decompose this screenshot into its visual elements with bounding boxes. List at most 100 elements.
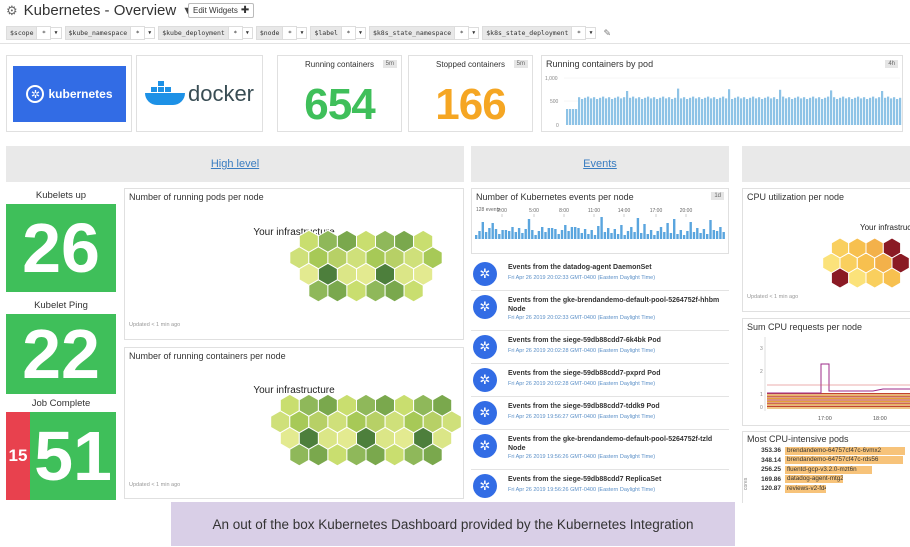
x-tick: 20:00: [680, 208, 693, 214]
job-complete-widget[interactable]: Job Complete 15 51: [6, 396, 116, 500]
event-bar: [646, 234, 649, 239]
chevron-down-icon[interactable]: ▼: [586, 27, 597, 39]
event-bar: [659, 227, 663, 239]
events-per-node-widget[interactable]: Number of Kubernetes events per node 1d …: [471, 188, 729, 254]
pod-bar: [725, 98, 728, 125]
kubelet-ping-value: 22: [6, 314, 116, 394]
cpu-requests-widget[interactable]: Sum CPU requests per node 3 2 1 0 17:00 …: [742, 318, 910, 426]
gear-icon[interactable]: ⚙: [6, 3, 18, 19]
template-variable[interactable]: $k8s_state_deployment * ▼: [482, 26, 597, 40]
widget-title: Sum CPU requests per node: [747, 322, 863, 332]
event-bar: [699, 233, 702, 239]
event-bar: [630, 227, 633, 239]
event-bar: [494, 229, 498, 239]
event-bar: [475, 235, 478, 239]
chevron-down-icon[interactable]: ▼: [469, 27, 480, 39]
top-cpu-row[interactable]: 120.87 reviews-v2-fd45b58f6-vgmv8: [747, 484, 910, 494]
pod-bar: [860, 98, 863, 125]
variable-value[interactable]: *: [283, 26, 298, 40]
top-cpu-row[interactable]: 348.14 brendandemo-64757cf47c-rds56: [747, 456, 910, 466]
variable-value[interactable]: *: [131, 26, 146, 40]
pod-bar: [701, 99, 704, 125]
event-item[interactable]: ✲ Events from the gke-brendandemo-default…: [471, 291, 729, 331]
event-item[interactable]: ✲ Events from the gke-brendandemo-default…: [471, 430, 729, 470]
pod-bar: [854, 97, 857, 125]
event-item[interactable]: ✲ Events from the siege-59db88cdd7-pxprd …: [471, 364, 729, 397]
event-bar: [653, 235, 656, 239]
variable-value[interactable]: *: [572, 26, 587, 40]
kubernetes-icon: ✲: [473, 434, 497, 458]
template-variable[interactable]: $kube_deployment * ▼: [158, 26, 253, 40]
updated-label: Updated < 1 min ago: [747, 294, 799, 300]
pencil-icon[interactable]: ✎: [603, 28, 611, 39]
pod-bar: [812, 96, 815, 125]
timeframe-badge: 4h: [885, 60, 898, 68]
pod-bar: [605, 98, 608, 125]
y-tick: 1: [760, 392, 763, 398]
pod-bar: [878, 97, 881, 125]
event-bar: [590, 230, 593, 239]
top-cpu-row[interactable]: 256.25 fluentd-gcp-v3.2.0-mzt6n: [747, 465, 910, 475]
containers-per-node-widget[interactable]: Number of running containers per node Yo…: [124, 347, 464, 499]
event-bar: [574, 227, 577, 239]
cpu-utilization-widget[interactable]: CPU utilization per node Your infrastruc…: [742, 188, 910, 312]
chevron-down-icon[interactable]: ▼: [297, 27, 308, 39]
event-item[interactable]: ✲ Events from the siege-59db88cdd7-tddk9 …: [471, 397, 729, 430]
pod-bar: [671, 99, 674, 125]
host-hex: [346, 443, 367, 467]
pod-bar: [596, 99, 599, 125]
event-bar: [663, 232, 666, 239]
chevron-down-icon[interactable]: ▼: [242, 27, 253, 39]
event-bar: [514, 232, 517, 239]
top-cpu-row[interactable]: 169.86 datadog-agent-mtg2l: [747, 475, 910, 485]
event-bar: [692, 232, 696, 239]
pod-bar: [776, 99, 779, 125]
event-bar: [554, 229, 557, 239]
pod-bar: [722, 96, 725, 125]
pods-per-node-widget[interactable]: Number of running pods per node Your inf…: [124, 188, 464, 340]
kubelet-ping-widget[interactable]: Kubelet Ping 22: [6, 298, 116, 394]
top-cpu-row[interactable]: 353.36 brendandemo-64757cf47c-6vmx2: [747, 446, 910, 456]
event-item[interactable]: ✲ Events from the siege-59db88cdd7 Replic…: [471, 470, 729, 503]
pod-bar: [836, 99, 839, 125]
event-bar: [722, 232, 725, 239]
template-variable[interactable]: $k8s_state_namespace * ▼: [368, 26, 480, 40]
variable-value[interactable]: *: [455, 26, 470, 40]
chevron-down-icon[interactable]: ▼: [355, 27, 366, 39]
event-bar: [649, 230, 653, 239]
chevron-down-icon[interactable]: ▼: [51, 27, 62, 39]
containers-by-pod-widget[interactable]: Running containers by pod 4h 1,000 500 0: [541, 55, 903, 132]
stopped-containers-widget[interactable]: Stopped containers 5m 166: [408, 55, 533, 132]
event-bar: [524, 229, 527, 239]
chevron-down-icon[interactable]: ▼: [145, 27, 156, 39]
template-variable[interactable]: $kube_namespace * ▼: [64, 26, 156, 40]
event-bar: [481, 222, 484, 239]
group-events-link[interactable]: Events: [583, 158, 617, 170]
variable-value[interactable]: *: [341, 26, 356, 40]
event-title: Events from the siege-59db88cdd7-tddk9 P…: [508, 403, 660, 410]
event-bar: [547, 228, 550, 239]
group-high-level-link[interactable]: High level: [211, 158, 259, 170]
dashboard-title[interactable]: Kubernetes - Overview: [24, 2, 177, 19]
caption-text: An out of the box Kubernetes Dashboard p…: [212, 516, 694, 532]
pod-bar: [566, 109, 569, 125]
host-hex: [308, 279, 329, 303]
event-item[interactable]: ✲ Events from the siege-59db88cdd7-6k4bk …: [471, 331, 729, 364]
event-item[interactable]: ✲ Events from the datadog-agent DaemonSet…: [471, 258, 729, 291]
pod-bar: [896, 99, 899, 125]
kubelets-up-widget[interactable]: Kubelets up 26: [6, 188, 116, 292]
edit-widgets-button[interactable]: Edit Widgets ✚: [188, 3, 255, 18]
x-tick: 5:00: [529, 208, 539, 214]
cpu-bar: brendandemo-64757cf47c-rds56: [785, 456, 904, 465]
template-variable[interactable]: $scope * ▼: [6, 26, 62, 40]
event-bar: [715, 231, 719, 239]
variable-value[interactable]: *: [37, 26, 52, 40]
event-title: Events from the siege-59db88cdd7 Replica…: [508, 476, 662, 483]
template-variable[interactable]: $node * ▼: [255, 26, 308, 40]
updated-label: Updated < 1 min ago: [129, 322, 181, 328]
variable-value[interactable]: *: [228, 26, 243, 40]
running-containers-widget[interactable]: Running containers 5m 654: [277, 55, 402, 132]
pod-bar: [827, 96, 830, 125]
template-variable[interactable]: $label * ▼: [310, 26, 366, 40]
event-title: Events from the gke-brendandemo-default-…: [508, 436, 713, 452]
